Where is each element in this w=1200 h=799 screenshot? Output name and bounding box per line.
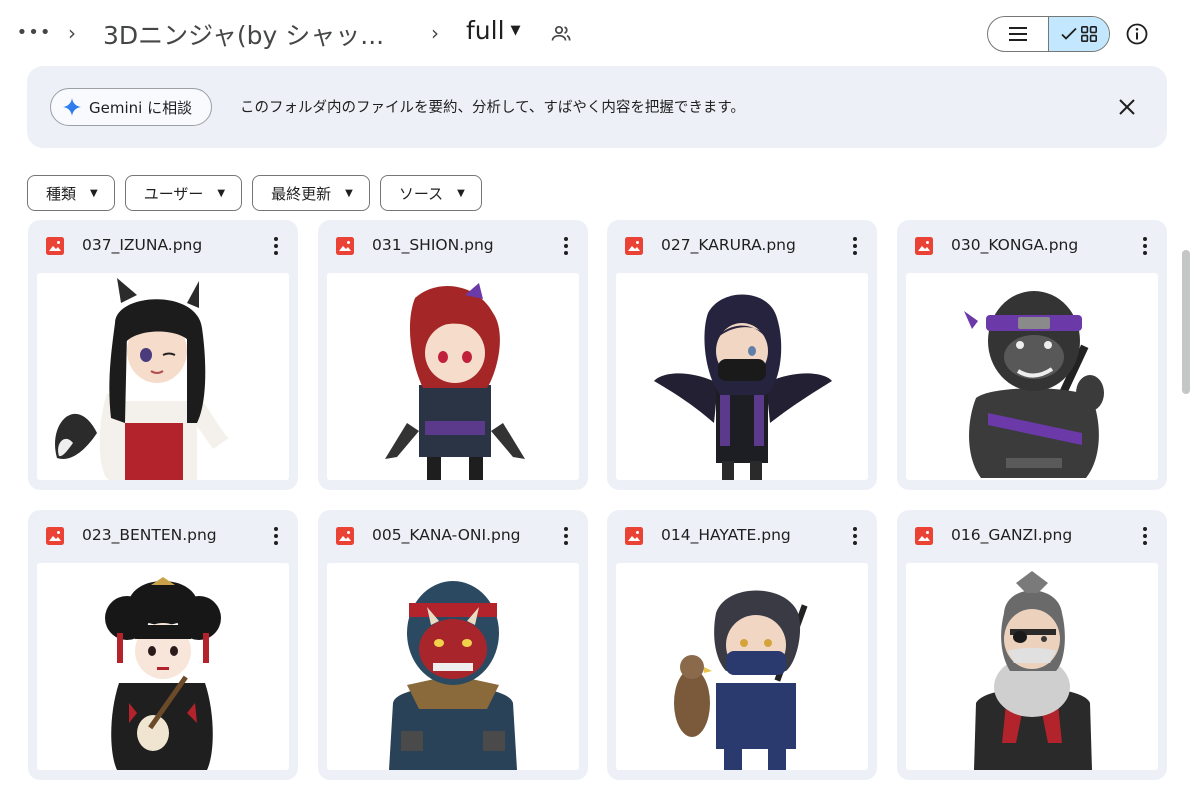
file-card[interactable]: 005_KANA-ONI.png — [318, 510, 588, 780]
filter-label: 最終更新 — [271, 184, 332, 203]
filter-modified-chip[interactable]: 最終更新 ▼ — [252, 175, 370, 211]
file-card[interactable]: 014_HAYATE.png — [607, 510, 877, 780]
file-name: 031_SHION.png — [372, 236, 494, 254]
more-horizontal-icon[interactable]: ••• — [17, 20, 51, 44]
grid-view-icon — [1081, 26, 1097, 42]
file-thumbnail — [616, 563, 868, 770]
image-file-icon — [336, 527, 354, 545]
filter-type-chip[interactable]: 種類 ▼ — [27, 175, 115, 211]
red-haired-kunoichi-figure-image — [385, 283, 525, 480]
vertical-scrollbar[interactable] — [1182, 250, 1190, 394]
file-thumbnail — [906, 273, 1158, 480]
close-icon[interactable] — [1115, 95, 1139, 119]
oni-mask-ninja-figure-image — [389, 581, 517, 770]
filter-label: ソース — [398, 184, 444, 203]
more-vert-icon[interactable] — [555, 234, 577, 258]
hawk-ninja-figure-image — [674, 590, 808, 770]
more-vert-icon[interactable] — [844, 524, 866, 548]
file-name: 016_GANZI.png — [951, 526, 1073, 544]
ask-gemini-label: Gemini に相談 — [89, 98, 193, 117]
file-card[interactable]: 030_KONGA.png — [897, 220, 1167, 490]
caret-down-icon: ▼ — [510, 23, 521, 38]
caret-down-icon: ▼ — [217, 187, 226, 199]
file-name: 023_BENTEN.png — [82, 526, 217, 544]
image-file-icon — [336, 237, 354, 255]
more-vert-icon[interactable] — [1134, 234, 1156, 258]
image-file-icon — [915, 237, 933, 255]
file-card-header: 030_KONGA.png — [897, 220, 1167, 272]
file-card-header: 023_BENTEN.png — [28, 510, 298, 562]
file-thumbnail — [906, 563, 1158, 770]
filter-source-chip[interactable]: ソース ▼ — [379, 175, 482, 211]
filter-bar: 種類 ▼ ユーザー ▼ 最終更新 ▼ ソース ▼ — [27, 175, 482, 211]
file-thumbnail — [37, 273, 289, 480]
more-vert-icon[interactable] — [1134, 524, 1156, 548]
caret-down-icon: ▼ — [90, 187, 98, 199]
fox-maiden-figure-image — [55, 278, 229, 480]
gemini-banner: Gemini に相談 このフォルダ内のファイルを要約、分析して、すばやく内容を把… — [27, 66, 1167, 148]
file-card[interactable]: 027_KARURA.png — [607, 220, 877, 490]
gorilla-ninja-figure-image — [964, 291, 1104, 478]
caret-down-icon: ▼ — [345, 187, 353, 199]
file-thumbnail — [327, 273, 579, 480]
file-name: 030_KONGA.png — [951, 236, 1079, 254]
check-icon — [1061, 28, 1077, 40]
breadcrumb: ••• › 3Dニンジャ(by シャッ... › full ▼ — [0, 0, 1200, 66]
eyepatch-elder-figure-image — [974, 571, 1092, 770]
grid-view-button[interactable] — [1048, 17, 1109, 51]
file-card-header: 027_KARURA.png — [607, 220, 877, 272]
image-file-icon — [625, 527, 643, 545]
image-file-icon — [625, 237, 643, 255]
people-icon[interactable] — [549, 22, 573, 46]
more-vert-icon[interactable] — [265, 524, 287, 548]
file-card[interactable]: 031_SHION.png — [318, 220, 588, 490]
file-thumbnail — [616, 273, 868, 480]
info-icon[interactable] — [1124, 21, 1150, 47]
filter-label: 種類 — [46, 184, 77, 203]
breadcrumb-parent-folder[interactable]: 3Dニンジャ(by シャッ... — [103, 16, 384, 52]
list-view-button[interactable] — [988, 17, 1048, 51]
image-file-icon — [915, 527, 933, 545]
filter-user-chip[interactable]: ユーザー ▼ — [124, 175, 243, 211]
file-card-header: 016_GANZI.png — [897, 510, 1167, 562]
current-folder-name: full — [466, 16, 505, 45]
more-vert-icon[interactable] — [555, 524, 577, 548]
file-card-header: 005_KANA-ONI.png — [318, 510, 588, 562]
file-thumbnail — [37, 563, 289, 770]
winged-ninja-figure-image — [654, 294, 832, 480]
more-vert-icon[interactable] — [844, 234, 866, 258]
chevron-right-icon: › — [68, 21, 76, 45]
list-view-icon — [1009, 27, 1027, 41]
file-card[interactable]: 037_IZUNA.png — [28, 220, 298, 490]
view-toggle — [987, 16, 1110, 52]
file-name: 014_HAYATE.png — [661, 526, 791, 544]
current-folder-menu[interactable]: full ▼ — [466, 16, 521, 45]
file-name: 037_IZUNA.png — [82, 236, 203, 254]
gemini-sparkle-icon — [63, 98, 81, 116]
file-name: 027_KARURA.png — [661, 236, 796, 254]
file-card[interactable]: 023_BENTEN.png — [28, 510, 298, 780]
file-thumbnail — [327, 563, 579, 770]
file-name: 005_KANA-ONI.png — [372, 526, 521, 544]
caret-down-icon: ▼ — [457, 187, 465, 199]
file-card-header: 031_SHION.png — [318, 220, 588, 272]
filter-label: ユーザー — [143, 184, 204, 203]
image-file-icon — [46, 527, 64, 545]
more-vert-icon[interactable] — [265, 234, 287, 258]
banner-description: このフォルダ内のファイルを要約、分析して、すばやく内容を把握できます。 — [240, 100, 745, 116]
file-card-header: 014_HAYATE.png — [607, 510, 877, 562]
image-file-icon — [46, 237, 64, 255]
file-card-header: 037_IZUNA.png — [28, 220, 298, 272]
file-card[interactable]: 016_GANZI.png — [897, 510, 1167, 780]
geisha-figure-image — [105, 577, 221, 770]
ask-gemini-button[interactable]: Gemini に相談 — [50, 88, 212, 126]
chevron-right-icon: › — [431, 21, 439, 45]
